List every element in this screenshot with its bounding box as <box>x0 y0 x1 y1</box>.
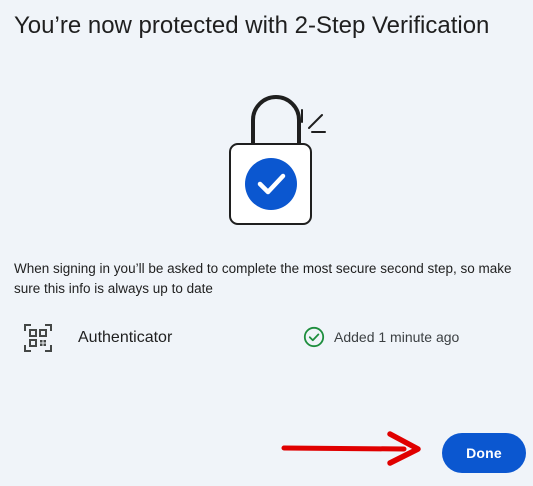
description-text: When signing in you’ll be asked to compl… <box>14 261 512 296</box>
padlock-check-illustration <box>226 92 332 228</box>
method-status: Added 1 minute ago <box>303 326 460 348</box>
qr-code-icon <box>22 322 54 354</box>
method-name: Authenticator <box>78 329 173 346</box>
status-text: Added 1 minute ago <box>334 329 460 345</box>
annotation-arrow-icon <box>280 428 430 468</box>
done-button[interactable]: Done <box>442 433 526 473</box>
page-title: You’re now protected with 2-Step Verific… <box>14 12 490 39</box>
method-authenticator-row[interactable]: Authenticator Added 1 minute ago <box>20 320 500 356</box>
check-circle-icon <box>303 326 325 348</box>
